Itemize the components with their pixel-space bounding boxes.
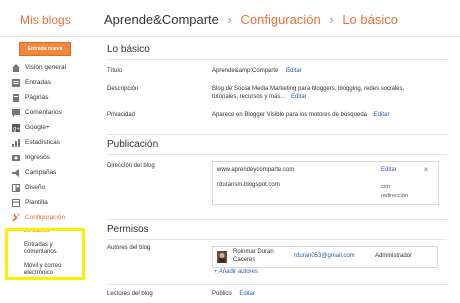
section-title-publishing: Publicación: [107, 139, 159, 150]
settings-content: Lo básico Título Aprende&amp;Comparte Ed…: [107, 40, 447, 303]
privacy-label: Privacidad: [107, 112, 136, 118]
authors-label: Autores del blog: [107, 245, 151, 251]
template-icon: [12, 199, 20, 207]
close-icon[interactable]: ✕: [423, 166, 429, 174]
custom-domain-url: www.aprendeycomparte.com: [217, 167, 295, 173]
sidebar-item-comments[interactable]: Comentarios: [12, 105, 94, 120]
stats-icon: [12, 139, 20, 147]
add-authors-link[interactable]: + Añadir autores: [214, 269, 258, 275]
earnings-icon: [12, 155, 20, 161]
sidebar-item-campaigns[interactable]: Campañas: [12, 165, 94, 180]
section-title-permissions: Permisos: [107, 224, 149, 235]
privacy-value: Aparece en Blogger Visible para los moto…: [212, 112, 367, 118]
title-row: Título Aprende&amp;Comparte Editar: [107, 64, 447, 84]
avatar: [217, 251, 227, 263]
my-blogs-link[interactable]: Mis blogs: [20, 13, 71, 27]
authors-row: Autores del blog Roinmar Duran Caceres r…: [107, 244, 447, 280]
layout-icon: [12, 184, 20, 192]
blog-address-row: Dirección del blog www.aprendeycomparte.…: [107, 159, 447, 215]
description-value: Blog de Social Media Marketing para blog…: [212, 86, 405, 100]
description-row: Descripción Blog de Social Media Marketi…: [107, 84, 447, 110]
divider: [107, 284, 447, 285]
sidebar-item-label: Campañas: [25, 169, 57, 176]
author-email[interactable]: rduran053@gmail.com: [294, 253, 355, 259]
sidebar-item-label: Comentarios: [25, 109, 62, 116]
campaigns-icon: [12, 169, 19, 177]
posts-icon: [12, 79, 20, 87]
sidebar-item-label: Google+: [25, 124, 50, 131]
sidebar-item-overview[interactable]: Visión general: [12, 60, 94, 75]
section-title-basics: Lo básico: [107, 44, 150, 55]
edit-privacy-link[interactable]: Editar: [374, 112, 390, 118]
sidebar-item-label: Plantilla: [25, 199, 48, 206]
author-role: Administrador: [375, 253, 413, 259]
blogspot-url: rduransm.blogspot.com: [217, 182, 280, 188]
edit-readers-link[interactable]: Editar: [239, 291, 255, 297]
readers-value: Público: [212, 291, 232, 297]
blog-address-box: www.aprendeycomparte.com Editar ✕ rduran…: [212, 161, 439, 205]
sidebar-item-pages[interactable]: Páginas: [12, 90, 94, 105]
edit-description-link[interactable]: Editar: [291, 94, 307, 100]
privacy-row: Privacidad Aparece en Blogger Visible pa…: [107, 110, 447, 130]
new-post-button[interactable]: Entrada nueva: [19, 42, 71, 56]
divider: [107, 219, 447, 220]
top-bar: Mis blogs Aprende&Comparte › Configuraci…: [0, 0, 460, 37]
author-entry: Roinmar Duran Caceres rduran053@gmail.co…: [212, 246, 438, 268]
sidebar-item-label: Diseño: [25, 184, 46, 191]
sidebar-item-googleplus[interactable]: g+ Google+: [12, 120, 94, 135]
breadcrumb-separator: ›: [227, 12, 232, 27]
sidebar-item-stats[interactable]: Estadísticas: [12, 135, 94, 150]
sidebar-item-label: Estadísticas: [25, 139, 61, 146]
sidebar-item-template[interactable]: Plantilla: [12, 195, 94, 210]
sidebar-item-label: Páginas: [25, 94, 49, 101]
svg-text:g+: g+: [13, 127, 20, 133]
sidebar-item-label: Entradas: [25, 79, 52, 86]
con-label: con: [381, 184, 390, 190]
breadcrumb-blog[interactable]: Aprende&Comparte: [104, 12, 219, 27]
divider: [107, 154, 447, 155]
sidebar-item-layout[interactable]: Diseño: [12, 180, 94, 195]
breadcrumb-separator: ›: [329, 12, 334, 27]
home-icon: [12, 64, 20, 72]
highlight-box: [5, 228, 85, 280]
edit-title-link[interactable]: Editar: [286, 68, 302, 74]
pages-icon: [13, 94, 19, 102]
readers-label: Lectores del blog: [107, 291, 153, 297]
breadcrumb: Aprende&Comparte › Configuración › Lo bá…: [104, 12, 398, 27]
wrench-icon: [12, 214, 20, 222]
breadcrumb-basics: Lo básico: [342, 12, 398, 27]
sidebar-item-earnings[interactable]: Ingresos: [12, 150, 94, 165]
title-value: Aprende&amp;Comparte: [212, 68, 279, 74]
author-name: Roinmar Duran Caceres: [233, 249, 274, 263]
sidebar-item-label: Ingresos: [25, 154, 50, 161]
readers-row: Lectores del blog Público Editar: [107, 289, 447, 303]
sidebar-item-label: Configuración: [25, 214, 66, 221]
divider: [107, 134, 447, 135]
comments-icon: [12, 109, 20, 117]
blog-address-label: Dirección del blog: [107, 163, 155, 169]
sidebar-item-posts[interactable]: Entradas: [12, 75, 94, 90]
sidebar-item-settings[interactable]: Configuración: [12, 210, 94, 225]
title-label: Título: [107, 68, 123, 74]
edit-address-link[interactable]: Editar: [381, 167, 397, 173]
breadcrumb-settings[interactable]: Configuración: [241, 12, 321, 27]
redirect-label: redirección: [381, 193, 408, 199]
divider: [107, 239, 447, 240]
sidebar-item-label: Visión general: [25, 64, 67, 71]
googleplus-icon: g+: [12, 124, 20, 132]
divider: [107, 59, 447, 60]
description-label: Descripción: [107, 86, 139, 92]
